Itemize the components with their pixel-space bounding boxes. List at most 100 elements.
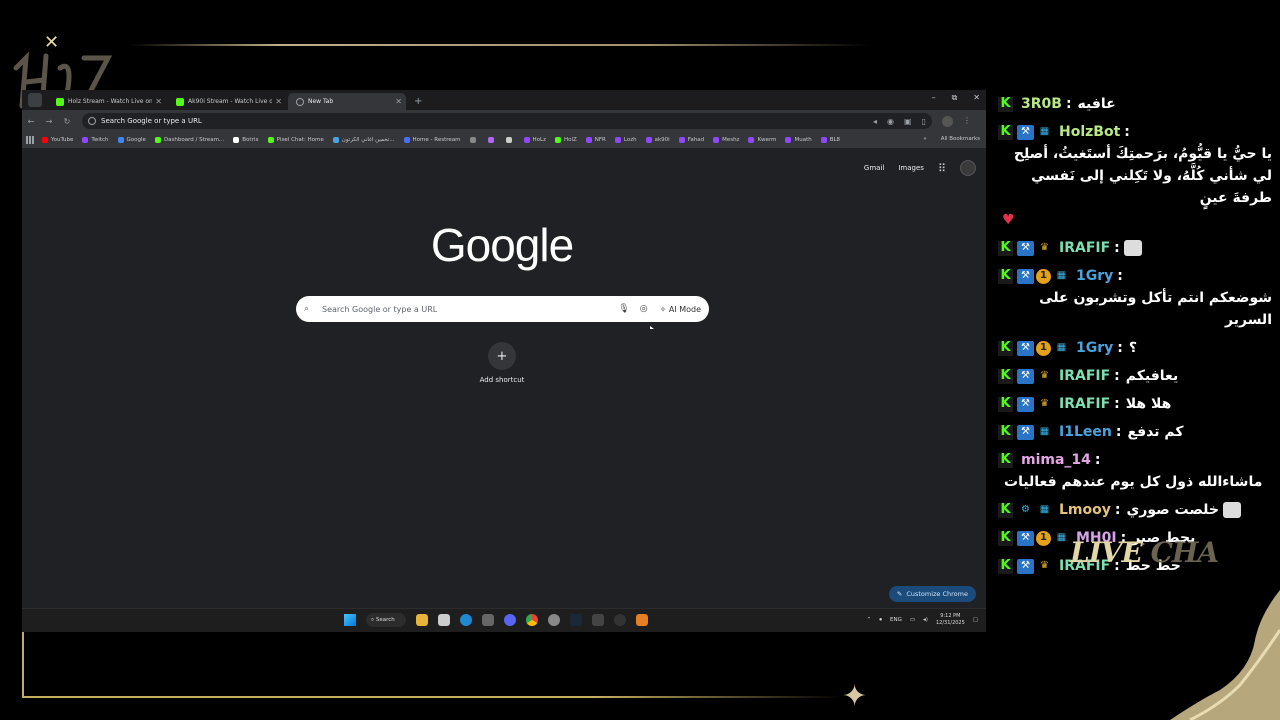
chat-username[interactable]: mima_14 (1021, 449, 1091, 471)
moderator-badge: ⚒ (1017, 396, 1034, 412)
language-indicator[interactable]: ENG (890, 617, 902, 623)
close-window-button[interactable]: ✕ (973, 93, 980, 103)
tab-new-tab[interactable]: New Tab ✕ (288, 93, 406, 110)
maximize-button[interactable]: ⧉ (952, 93, 958, 103)
puzzle-icon[interactable]: ▣ (904, 117, 912, 126)
bookmark-item[interactable]: HoLz (523, 137, 546, 143)
bookmark-item[interactable]: NFR (585, 137, 606, 143)
snipping-tool-icon[interactable] (482, 614, 494, 626)
windows-start-icon[interactable] (344, 614, 356, 626)
vip-crown-badge: ♛ (1040, 398, 1049, 409)
bookmark-item[interactable]: Kwerm (748, 137, 776, 143)
bookmark-item[interactable] (505, 137, 515, 143)
chat-username[interactable]: IRAFIF (1059, 365, 1110, 387)
reload-icon[interactable]: ↻ (58, 117, 76, 126)
chat-username[interactable]: IRAFIF (1059, 237, 1110, 259)
chat-username[interactable]: HolzBot (1059, 121, 1120, 143)
keyboard-icon[interactable] (592, 614, 604, 626)
apps-grid-icon[interactable] (26, 136, 34, 144)
bookmark-item[interactable]: تخمين اغاني الكرتون... (332, 137, 395, 143)
lens-icon[interactable]: ◎ (640, 304, 648, 314)
subscriber-badge: ▦ (1039, 126, 1050, 137)
discord-icon[interactable] (504, 614, 516, 626)
chat-username[interactable]: I1Leen (1059, 421, 1112, 443)
taskbar-search[interactable]: ⌕ Search (366, 613, 406, 627)
minimize-button[interactable]: – (932, 93, 936, 103)
app-icon[interactable] (636, 614, 648, 626)
chat-username[interactable]: 3R0B (1021, 93, 1062, 115)
bookmark-item[interactable]: Lozh (614, 137, 637, 143)
chat-separator: : (1117, 268, 1123, 284)
kick-icon: K (998, 558, 1013, 574)
edge-icon[interactable] (460, 614, 472, 626)
sidepanel-icon[interactable]: ▯ (922, 117, 926, 126)
bookmark-item[interactable]: YouTube (42, 137, 73, 143)
add-shortcut-button[interactable]: + (488, 342, 516, 370)
extension-icon[interactable]: ◉ (887, 117, 894, 126)
microphone-icon[interactable]: 🎙︎ (618, 304, 629, 314)
bookmark-item[interactable]: Twitch (82, 137, 109, 143)
chat-message: K 3R0B: عافيه (990, 90, 1280, 118)
close-icon[interactable]: ✕ (275, 97, 282, 106)
bookmark-item[interactable]: BL8 (820, 137, 840, 143)
google-search-box[interactable]: ⌕ Search Google or type a URL 🎙︎ ◎ ✧ AI … (296, 296, 709, 322)
bookmark-item[interactable]: Meshz (713, 137, 739, 143)
forward-icon[interactable]: → (40, 117, 58, 126)
file-explorer-icon[interactable] (416, 614, 428, 626)
moderator-badge: ⚒ (1017, 340, 1034, 356)
bookmark-item[interactable]: HolZ (554, 137, 577, 143)
tab-search-icon[interactable] (28, 93, 42, 107)
bookmark-item[interactable]: ak90i (645, 137, 670, 143)
chat-username[interactable]: IRAFIF (1059, 393, 1110, 415)
chat-message: K ⚒ 1 ▦ 1Gry: ؟ (990, 334, 1280, 362)
bookmark-item[interactable]: Home - Restream (403, 137, 461, 143)
all-bookmarks-button[interactable]: All Bookmarks (941, 136, 980, 142)
bookmark-item[interactable]: Google (117, 137, 146, 143)
close-icon[interactable]: ✕ (395, 97, 402, 106)
bookmark-item[interactable] (487, 137, 497, 143)
chat-message: Kmima_14: ماشاءالله ذول كل يوم عندهم فعال… (990, 446, 1280, 496)
taskbar-search-label: Search (375, 617, 395, 623)
notification-icon[interactable]: ▢ (973, 617, 978, 623)
volume-icon[interactable]: ◂) (923, 617, 928, 623)
bookmark-item[interactable]: Pixel Chat: Home (267, 137, 324, 143)
ai-mode-button[interactable]: ✧ AI Mode (660, 305, 701, 314)
steam-icon[interactable] (570, 614, 582, 626)
bookmarks-overflow-button[interactable]: » (923, 136, 926, 142)
og-badge: 1 (1036, 340, 1051, 356)
bookmark-item[interactable]: Muath (785, 137, 812, 143)
bookmark-label: HoLz (532, 137, 546, 143)
bookmark-item[interactable] (469, 137, 479, 143)
menu-icon[interactable]: ⋮ (963, 116, 971, 127)
tab-ak90i-stream[interactable]: Ak90i Stream - Watch Live on K ✕ (168, 93, 286, 110)
tab-label: Ak90i Stream - Watch Live on K (188, 98, 273, 105)
store-icon[interactable] (438, 614, 450, 626)
mute-icon[interactable]: ◂ (873, 117, 877, 126)
apps-grid-icon[interactable]: ⠿ (938, 162, 946, 175)
back-icon[interactable]: ← (22, 117, 40, 126)
chat-separator: : (1114, 240, 1120, 256)
new-tab-button[interactable]: + (414, 96, 422, 107)
gmail-link[interactable]: Gmail (864, 164, 884, 172)
clock[interactable]: 9:12 PM 12/31/2025 (936, 613, 965, 627)
chat-username[interactable]: 1Gry (1076, 337, 1113, 359)
chrome-icon[interactable] (526, 614, 538, 626)
chat-username[interactable]: Lmooy (1059, 499, 1111, 521)
tab-holz-stream[interactable]: Holz Stream - Watch Live on Ki ✕ (48, 93, 166, 110)
microphone-icon[interactable]: ⏺ (879, 617, 882, 624)
customize-chrome-button[interactable]: ✎ Customize Chrome (888, 586, 976, 602)
bookmark-item[interactable]: Botrix (233, 137, 259, 143)
chevron-up-icon[interactable]: ⌃ (867, 617, 872, 623)
close-icon[interactable]: ✕ (155, 97, 162, 106)
bookmark-item[interactable]: Dashboard / Stream... (154, 137, 224, 143)
profile-avatar[interactable] (942, 115, 953, 127)
address-bar[interactable]: Search Google or type a URL ◂ ◉ ▣ ▯ (82, 113, 932, 129)
chat-username[interactable]: 1Gry (1076, 265, 1113, 287)
images-link[interactable]: Images (898, 164, 924, 172)
network-icon[interactable]: ▭ (910, 617, 915, 623)
obs-icon[interactable] (548, 614, 560, 626)
app-icon[interactable] (614, 614, 626, 626)
bookmark-item[interactable]: Fahad (678, 137, 704, 143)
account-avatar[interactable] (960, 160, 976, 176)
bookmark-icon (523, 137, 530, 143)
